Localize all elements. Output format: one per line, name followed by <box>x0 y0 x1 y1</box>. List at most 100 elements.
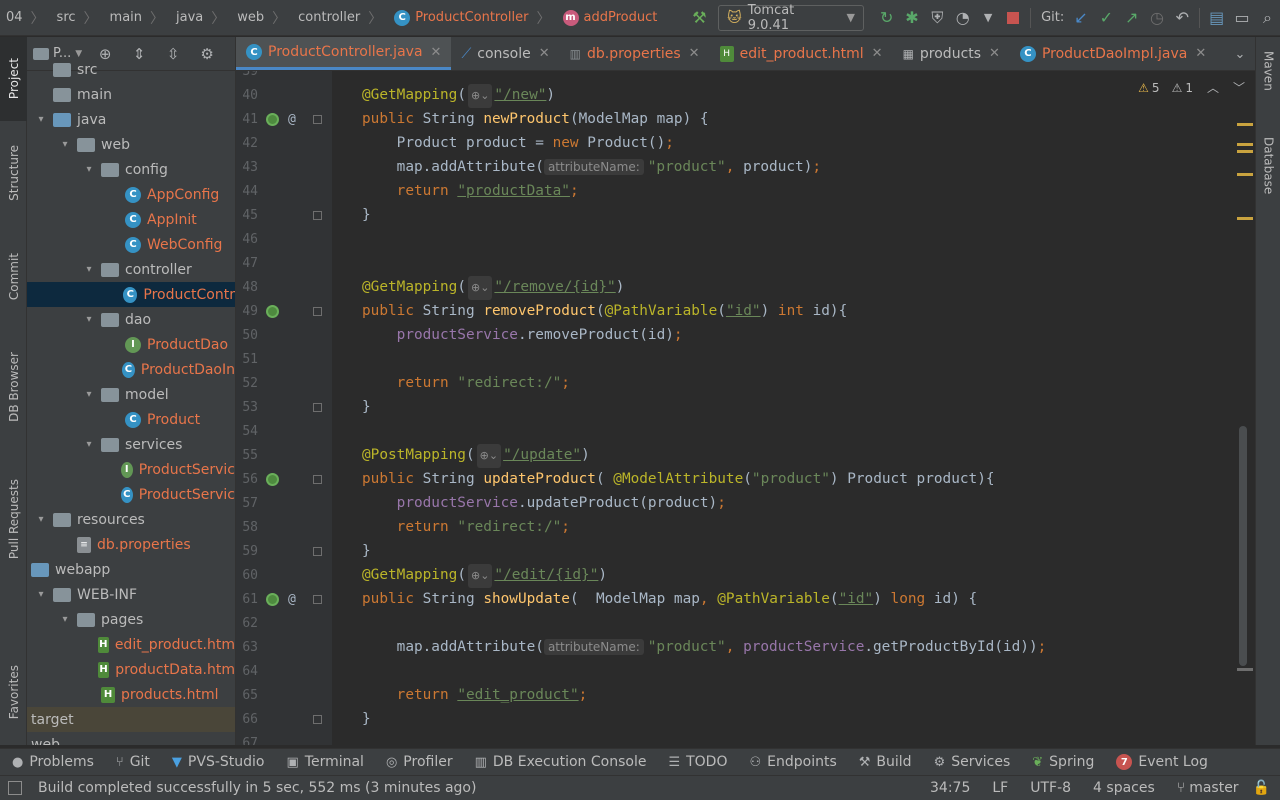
gutter-line[interactable]: 44 <box>236 179 332 203</box>
spring-bean-icon[interactable] <box>266 472 279 486</box>
gutter-line[interactable]: 64 <box>236 659 332 683</box>
breadcrumb-controller[interactable]: controller 〉 <box>292 0 388 36</box>
tabs-overflow-chevron-icon[interactable]: ⌄ <box>1225 37 1255 70</box>
gutter-line[interactable]: 59 <box>236 539 332 563</box>
gutter-line[interactable]: 61 @ <box>236 587 332 611</box>
gutter-line[interactable]: 41 @ <box>236 107 332 131</box>
tree-node[interactable]: Hedit_product.htm <box>27 632 235 657</box>
tree-node[interactable]: HproductData.htm <box>27 657 235 682</box>
tree-node[interactable]: C AppInit <box>27 207 235 232</box>
fold-marker-icon[interactable] <box>313 210 322 220</box>
error-stripe-mark[interactable] <box>1237 668 1253 671</box>
git-update-icon[interactable]: ↙ <box>1068 0 1093 36</box>
breadcrumb-web[interactable]: web 〉 <box>231 0 292 36</box>
tool-windows-toggle-icon[interactable] <box>8 781 22 795</box>
tree-node[interactable]: C ProductContr <box>27 282 235 307</box>
caret-position[interactable]: 34:75 <box>930 780 970 796</box>
breadcrumb-project[interactable]: 04 〉 <box>0 0 51 36</box>
lock-icon[interactable]: 🔓 <box>1253 780 1270 796</box>
tool-tab-structure[interactable]: Structure <box>0 133 27 213</box>
gutter-line[interactable]: 46 <box>236 227 332 251</box>
gutter-line[interactable]: 60 <box>236 563 332 587</box>
search-everywhere-icon[interactable]: ⌕ <box>1255 0 1280 36</box>
project-structure-icon[interactable]: ▤ <box>1204 0 1229 36</box>
more-run-icon[interactable]: ▼ <box>975 0 1000 36</box>
tool-window-db-execution-console[interactable]: ▥ DB Execution Console <box>475 754 647 770</box>
gutter-line[interactable]: 55 <box>236 443 332 467</box>
tool-window-pvs-studio[interactable]: ▼ PVS-Studio <box>172 754 265 770</box>
chevron-down-icon[interactable]: ▾ <box>33 514 49 525</box>
stop-icon[interactable] <box>1001 0 1026 36</box>
tool-window-git[interactable]: ⑂ Git <box>116 754 150 770</box>
error-stripe-mark[interactable] <box>1237 143 1253 146</box>
close-icon[interactable]: ✕ <box>989 46 1000 61</box>
coverage-icon[interactable]: ⛨ <box>925 0 950 36</box>
tree-node[interactable]: Hproducts.html <box>27 682 235 707</box>
chevron-down-icon[interactable]: ▾ <box>81 264 97 275</box>
tool-tab-commit[interactable]: Commit <box>0 237 27 317</box>
tree-node[interactable]: ▾ java <box>27 107 235 132</box>
tool-tab-project[interactable]: Project <box>0 37 27 121</box>
fold-marker-icon[interactable] <box>313 474 322 484</box>
tree-node[interactable]: ▾ services <box>27 432 235 457</box>
tool-tab-favorites[interactable]: Favorites <box>0 647 27 737</box>
spring-bean-icon[interactable] <box>266 592 279 606</box>
tool-window-problems[interactable]: ● Problems <box>12 754 94 770</box>
chevron-down-icon[interactable]: ▾ <box>33 589 49 600</box>
tree-node[interactable]: main <box>27 82 235 107</box>
tree-node[interactable]: C AppConfig <box>27 182 235 207</box>
tree-node[interactable]: ▾ web <box>27 132 235 157</box>
breadcrumb-src[interactable]: src 〉 <box>51 0 104 36</box>
tree-node[interactable]: ▾ model <box>27 382 235 407</box>
editor-tab[interactable]: ⟋ console ✕ <box>451 37 559 70</box>
tree-node[interactable]: ▾ resources <box>27 507 235 532</box>
chevron-down-icon[interactable]: ▾ <box>57 139 73 150</box>
rerun-icon[interactable]: ↻ <box>874 0 899 36</box>
tool-tab-pull-requests[interactable]: Pull Requests <box>0 459 27 579</box>
tree-node[interactable]: C Product <box>27 407 235 432</box>
tool-window-todo[interactable]: ☰ TODO <box>668 754 727 770</box>
git-push-icon[interactable]: ↗ <box>1119 0 1144 36</box>
tree-node[interactable]: C WebConfig <box>27 232 235 257</box>
status-message[interactable]: Build completed successfully in 5 sec, 5… <box>38 780 476 796</box>
tree-node[interactable]: ▾ WEB-INF <box>27 582 235 607</box>
error-stripe-mark[interactable] <box>1237 150 1253 153</box>
tree-node[interactable]: I ProductDao <box>27 332 235 357</box>
close-icon[interactable]: ✕ <box>431 45 442 60</box>
fold-marker-icon[interactable] <box>313 546 322 556</box>
tree-node[interactable]: src <box>27 57 235 82</box>
tree-node[interactable]: ▾ dao <box>27 307 235 332</box>
tree-node[interactable]: ▾ pages <box>27 607 235 632</box>
tool-window-event-log[interactable]: 7 Event Log <box>1116 754 1208 770</box>
vertical-scrollbar[interactable] <box>1239 426 1247 666</box>
presentation-icon[interactable]: ▭ <box>1229 0 1254 36</box>
indent-setting[interactable]: 4 spaces <box>1093 780 1155 796</box>
chevron-down-icon[interactable]: ▾ <box>81 389 97 400</box>
gutter-line[interactable]: 54 <box>236 419 332 443</box>
fold-marker-icon[interactable] <box>313 402 322 412</box>
editor-tab[interactable]: C ProductController.java ✕ <box>236 37 452 70</box>
gutter-line[interactable]: 50 <box>236 323 332 347</box>
spring-bean-icon[interactable] <box>266 112 279 126</box>
fold-marker-icon[interactable] <box>313 714 322 724</box>
tree-node[interactable]: C ProductDaoIn <box>27 357 235 382</box>
line-separator[interactable]: LF <box>992 780 1008 796</box>
gutter-line[interactable]: 40 <box>236 83 332 107</box>
tree-node[interactable]: webapp <box>27 557 235 582</box>
tree-node[interactable]: web <box>27 732 235 746</box>
spring-bean-icon[interactable] <box>266 304 279 318</box>
tree-node[interactable]: target <box>27 707 235 732</box>
chevron-down-icon[interactable]: ﹀ <box>1233 79 1245 96</box>
close-icon[interactable]: ✕ <box>689 46 700 61</box>
tree-node[interactable]: ▾ config <box>27 157 235 182</box>
gutter-line[interactable]: 52 <box>236 371 332 395</box>
chevron-down-icon[interactable]: ▾ <box>33 114 49 125</box>
tool-window-services[interactable]: ⚙ Services <box>934 754 1011 770</box>
gutter-line[interactable]: 51 <box>236 347 332 371</box>
breadcrumb-method[interactable]: m addProduct <box>557 0 664 36</box>
run-configuration-select[interactable]: 🐱 Tomcat 9.0.41 ▼ <box>718 3 864 33</box>
close-icon[interactable]: ✕ <box>539 46 550 61</box>
editor-tab[interactable]: Hedit_product.html ✕ <box>710 37 893 70</box>
gutter-line[interactable]: 53 <box>236 395 332 419</box>
tool-tab-database[interactable]: Database <box>1256 137 1280 227</box>
